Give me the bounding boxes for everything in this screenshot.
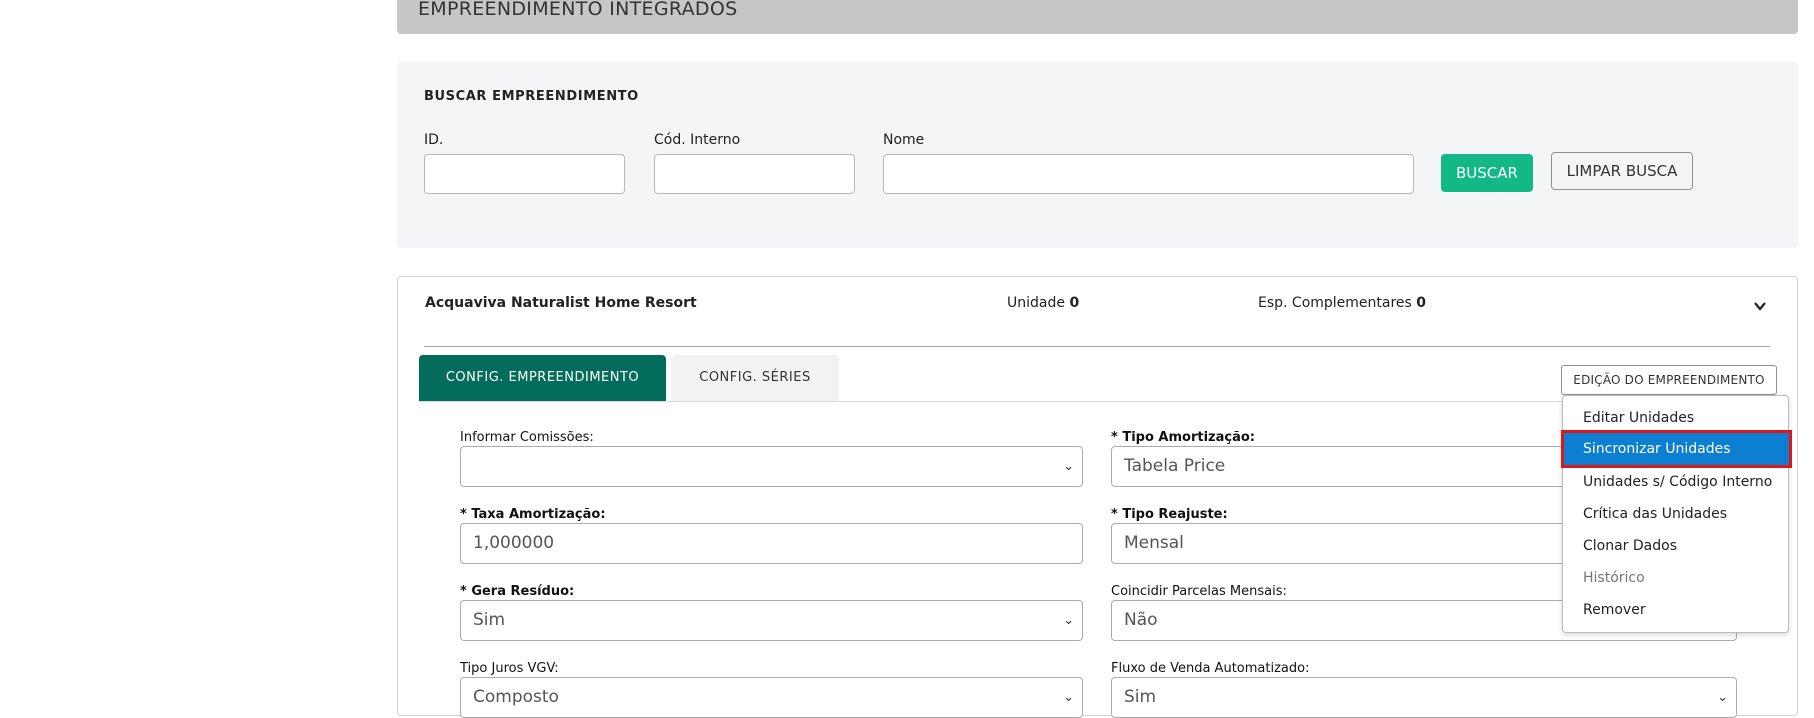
nome-input[interactable]	[883, 154, 1414, 194]
chevron-down-icon: ⌄	[1063, 459, 1074, 474]
limpar-busca-button[interactable]: LIMPAR BUSCA	[1551, 152, 1693, 190]
id-input[interactable]	[424, 154, 625, 194]
tipo-amortizacao-label: * Tipo Amortização:	[1111, 430, 1255, 445]
search-panel: BUSCAR EMPREENDIMENTO ID. Cód. Interno N…	[397, 62, 1798, 248]
tipo-juros-label: Tipo Juros VGV:	[460, 661, 559, 676]
empreendimento-name: Acquaviva Naturalist Home Resort	[425, 295, 697, 311]
unidade-label: Unidade	[1007, 295, 1065, 311]
buscar-button[interactable]: BUSCAR	[1441, 154, 1533, 192]
tipo-juros-value: Composto	[473, 687, 559, 707]
nome-label: Nome	[883, 132, 925, 148]
id-label: ID.	[424, 132, 444, 148]
menu-item-clonar-dados[interactable]: Clonar Dados	[1563, 530, 1788, 562]
gera-residuo-value: Sim	[473, 610, 506, 630]
esp-complementares-stat: Esp. Complementares 0	[1258, 295, 1426, 311]
esp-complementares-value: 0	[1416, 295, 1427, 311]
informar-comissoes-label: Informar Comissões:	[460, 430, 594, 445]
coincidir-parcelas-value: Não	[1124, 610, 1158, 630]
gera-residuo-label: * Gera Resíduo:	[460, 584, 575, 599]
tab-config-empreendimento[interactable]: CONFIG. EMPREENDIMENTO	[419, 355, 666, 401]
fluxo-venda-label: Fluxo de Venda Automatizado:	[1111, 661, 1310, 676]
card-divider	[424, 346, 1770, 347]
menu-item-sincronizar-unidades[interactable]: Sincronizar Unidades	[1561, 430, 1792, 468]
unidade-value: 0	[1069, 295, 1080, 311]
informar-comissoes-select[interactable]: ⌄	[460, 446, 1083, 487]
edicao-dropdown-menu: Editar Unidades Sincronizar Unidades Uni…	[1561, 395, 1792, 633]
esp-complementares-label: Esp. Complementares	[1258, 295, 1412, 311]
search-title: BUSCAR EMPREENDIMENTO	[424, 89, 639, 104]
gera-residuo-select[interactable]: Sim ⌄	[460, 600, 1083, 641]
edicao-empreendimento-button[interactable]: EDIÇÃO DO EMPREENDIMENTO	[1561, 365, 1777, 395]
coincidir-parcelas-label: Coincidir Parcelas Mensais:	[1111, 584, 1287, 599]
tipo-amortizacao-value: Tabela Price	[1124, 456, 1226, 476]
tab-config-series[interactable]: CONFIG. SÉRIES	[671, 355, 839, 401]
menu-item-historico[interactable]: Histórico	[1563, 562, 1788, 594]
menu-item-editar-unidades[interactable]: Editar Unidades	[1563, 402, 1788, 434]
menu-item-critica-unidades[interactable]: Crítica das Unidades	[1563, 498, 1788, 530]
cod-interno-input[interactable]	[654, 154, 855, 194]
taxa-amortizacao-label: * Taxa Amortização:	[460, 507, 606, 522]
menu-item-remover[interactable]: Remover	[1563, 594, 1788, 626]
menu-item-unidades-sem-codigo[interactable]: Unidades s/ Código Interno	[1563, 466, 1788, 498]
chevron-down-icon[interactable]	[1753, 299, 1767, 313]
fluxo-venda-value: Sim	[1124, 687, 1157, 707]
page-header-banner: EMPREENDIMENTO INTEGRADOS	[397, 0, 1798, 34]
taxa-amortizacao-input[interactable]: 1,000000	[460, 523, 1083, 564]
chevron-down-icon: ⌄	[1063, 613, 1074, 628]
cod-interno-label: Cód. Interno	[654, 132, 741, 148]
page-title: EMPREENDIMENTO INTEGRADOS	[418, 0, 738, 20]
taxa-amortizacao-value: 1,000000	[473, 533, 555, 553]
fluxo-venda-select[interactable]: Sim ⌄	[1111, 677, 1737, 718]
tipo-reajuste-value: Mensal	[1124, 533, 1184, 553]
unidade-stat: Unidade 0	[1007, 295, 1079, 311]
chevron-down-icon: ⌄	[1063, 690, 1074, 705]
chevron-down-icon: ⌄	[1717, 690, 1728, 705]
tipo-juros-select[interactable]: Composto ⌄	[460, 677, 1083, 718]
tipo-reajuste-label: * Tipo Reajuste:	[1111, 507, 1228, 522]
